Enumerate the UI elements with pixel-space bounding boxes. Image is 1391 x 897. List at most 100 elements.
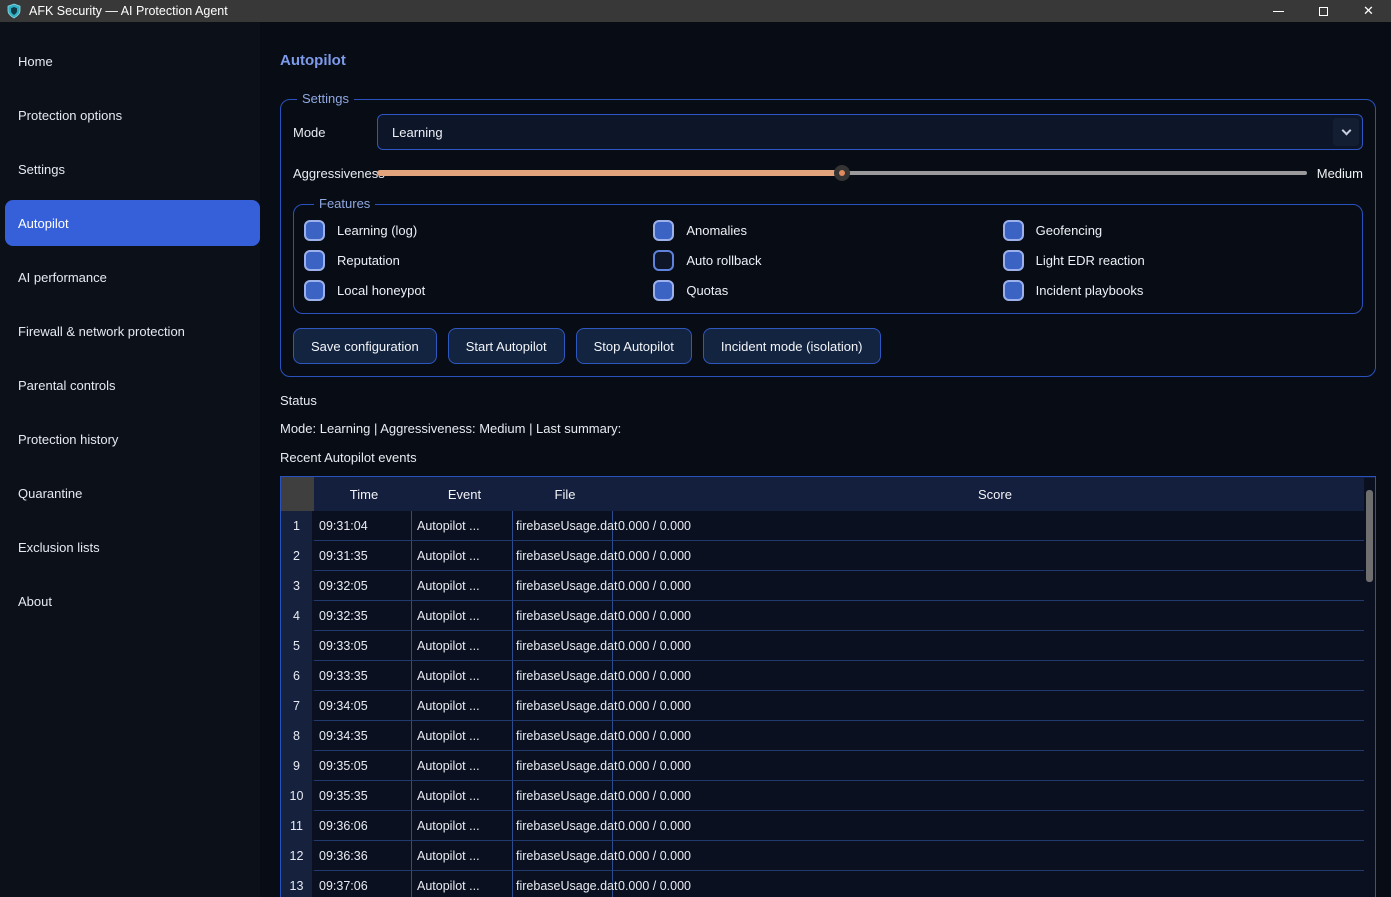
checkbox-icon[interactable] [304, 220, 325, 241]
table-scrollbar[interactable] [1364, 478, 1375, 897]
checkbox-icon[interactable] [653, 220, 674, 241]
cell-file[interactable]: firebaseUsage.dat [513, 571, 613, 601]
table-row[interactable]: 11 09:36:06 Autopilot ... firebaseUsage.… [281, 811, 1375, 841]
table-row[interactable]: 2 09:31:35 Autopilot ... firebaseUsage.d… [281, 541, 1375, 571]
sidebar-item-about[interactable]: About [5, 578, 260, 624]
feature-checkbox-quotas[interactable]: Quotas [653, 275, 1002, 305]
cell-file[interactable]: firebaseUsage.dat [513, 511, 613, 541]
cell-time[interactable]: 09:34:05 [314, 691, 412, 721]
cell-time[interactable]: 09:32:35 [314, 601, 412, 631]
feature-checkbox-auto-rollback[interactable]: Auto rollback [653, 245, 1002, 275]
cell-event[interactable]: Autopilot ... [412, 781, 513, 811]
table-row[interactable]: 6 09:33:35 Autopilot ... firebaseUsage.d… [281, 661, 1375, 691]
cell-event[interactable]: Autopilot ... [412, 751, 513, 781]
start-autopilot-button[interactable]: Start Autopilot [448, 328, 565, 364]
cell-time[interactable]: 09:33:35 [314, 661, 412, 691]
cell-time[interactable]: 09:37:06 [314, 871, 412, 897]
sidebar-item-protection-options[interactable]: Protection options [5, 92, 260, 138]
table-row[interactable]: 9 09:35:05 Autopilot ... firebaseUsage.d… [281, 751, 1375, 781]
cell-time[interactable]: 09:31:35 [314, 541, 412, 571]
cell-time[interactable]: 09:34:35 [314, 721, 412, 751]
cell-time[interactable]: 09:33:05 [314, 631, 412, 661]
slider-thumb[interactable] [834, 165, 850, 181]
cell-time[interactable]: 09:36:06 [314, 811, 412, 841]
feature-checkbox-reputation[interactable]: Reputation [304, 245, 653, 275]
sidebar-item-home[interactable]: Home [5, 38, 260, 84]
table-scrollbar-thumb[interactable] [1366, 490, 1373, 582]
cell-event[interactable]: Autopilot ... [412, 571, 513, 601]
cell-score[interactable]: 0.000 / 0.000 [613, 541, 1375, 571]
cell-event[interactable]: Autopilot ... [412, 691, 513, 721]
cell-time[interactable]: 09:36:36 [314, 841, 412, 871]
cell-file[interactable]: firebaseUsage.dat [513, 751, 613, 781]
sidebar-item-parental-controls[interactable]: Parental controls [5, 362, 260, 408]
table-row[interactable]: 1 09:31:04 Autopilot ... firebaseUsage.d… [281, 511, 1375, 541]
cell-file[interactable]: firebaseUsage.dat [513, 601, 613, 631]
checkbox-icon[interactable] [653, 250, 674, 271]
cell-event[interactable]: Autopilot ... [412, 841, 513, 871]
table-row[interactable]: 3 09:32:05 Autopilot ... firebaseUsage.d… [281, 571, 1375, 601]
cell-event[interactable]: Autopilot ... [412, 601, 513, 631]
cell-score[interactable]: 0.000 / 0.000 [613, 781, 1375, 811]
sidebar-item-autopilot[interactable]: Autopilot [5, 200, 260, 246]
sidebar-item-protection-history[interactable]: Protection history [5, 416, 260, 462]
cell-event[interactable]: Autopilot ... [412, 721, 513, 751]
sidebar-item-exclusion-lists[interactable]: Exclusion lists [5, 524, 260, 570]
cell-score[interactable]: 0.000 / 0.000 [613, 661, 1375, 691]
sidebar-item-ai-performance[interactable]: AI performance [5, 254, 260, 300]
cell-score[interactable]: 0.000 / 0.000 [613, 691, 1375, 721]
sidebar-item-settings[interactable]: Settings [5, 146, 260, 192]
table-row[interactable]: 12 09:36:36 Autopilot ... firebaseUsage.… [281, 841, 1375, 871]
column-header-file[interactable]: File [515, 477, 615, 511]
checkbox-icon[interactable] [304, 280, 325, 301]
cell-file[interactable]: firebaseUsage.dat [513, 811, 613, 841]
column-header-event[interactable]: Event [414, 477, 515, 511]
table-row[interactable]: 8 09:34:35 Autopilot ... firebaseUsage.d… [281, 721, 1375, 751]
feature-checkbox-light-edr-reaction[interactable]: Light EDR reaction [1003, 245, 1352, 275]
cell-file[interactable]: firebaseUsage.dat [513, 781, 613, 811]
mode-select[interactable]: Learning [377, 114, 1363, 150]
feature-checkbox-local-honeypot[interactable]: Local honeypot [304, 275, 653, 305]
minimize-button[interactable] [1256, 0, 1301, 22]
column-header-time[interactable]: Time [314, 477, 414, 511]
cell-file[interactable]: firebaseUsage.dat [513, 541, 613, 571]
column-header-score[interactable]: Score [615, 477, 1375, 511]
table-row[interactable]: 10 09:35:35 Autopilot ... firebaseUsage.… [281, 781, 1375, 811]
cell-score[interactable]: 0.000 / 0.000 [613, 811, 1375, 841]
checkbox-icon[interactable] [1003, 250, 1024, 271]
feature-checkbox-incident-playbooks[interactable]: Incident playbooks [1003, 275, 1352, 305]
cell-file[interactable]: firebaseUsage.dat [513, 691, 613, 721]
cell-score[interactable]: 0.000 / 0.000 [613, 601, 1375, 631]
cell-file[interactable]: firebaseUsage.dat [513, 631, 613, 661]
cell-time[interactable]: 09:31:04 [314, 511, 412, 541]
cell-file[interactable]: firebaseUsage.dat [513, 871, 613, 897]
cell-time[interactable]: 09:35:35 [314, 781, 412, 811]
cell-event[interactable]: Autopilot ... [412, 631, 513, 661]
cell-score[interactable]: 0.000 / 0.000 [613, 571, 1375, 601]
save-configuration-button[interactable]: Save configuration [293, 328, 437, 364]
checkbox-icon[interactable] [653, 280, 674, 301]
cell-event[interactable]: Autopilot ... [412, 871, 513, 897]
feature-checkbox-anomalies[interactable]: Anomalies [653, 215, 1002, 245]
close-button[interactable]: ✕ [1346, 0, 1391, 22]
cell-score[interactable]: 0.000 / 0.000 [613, 841, 1375, 871]
cell-time[interactable]: 09:32:05 [314, 571, 412, 601]
cell-file[interactable]: firebaseUsage.dat [513, 721, 613, 751]
table-row[interactable]: 5 09:33:05 Autopilot ... firebaseUsage.d… [281, 631, 1375, 661]
maximize-button[interactable] [1301, 0, 1346, 22]
aggressiveness-slider[interactable] [377, 162, 1307, 184]
incident-mode-button[interactable]: Incident mode (isolation) [703, 328, 881, 364]
cell-event[interactable]: Autopilot ... [412, 811, 513, 841]
cell-file[interactable]: firebaseUsage.dat [513, 841, 613, 871]
table-row[interactable]: 7 09:34:05 Autopilot ... firebaseUsage.d… [281, 691, 1375, 721]
cell-score[interactable]: 0.000 / 0.000 [613, 631, 1375, 661]
cell-time[interactable]: 09:35:05 [314, 751, 412, 781]
cell-score[interactable]: 0.000 / 0.000 [613, 721, 1375, 751]
cell-event[interactable]: Autopilot ... [412, 541, 513, 571]
cell-event[interactable]: Autopilot ... [412, 661, 513, 691]
feature-checkbox-geofencing[interactable]: Geofencing [1003, 215, 1352, 245]
sidebar-item-firewall-network-protection[interactable]: Firewall & network protection [5, 308, 260, 354]
cell-score[interactable]: 0.000 / 0.000 [613, 871, 1375, 897]
cell-event[interactable]: Autopilot ... [412, 511, 513, 541]
sidebar-item-quarantine[interactable]: Quarantine [5, 470, 260, 516]
